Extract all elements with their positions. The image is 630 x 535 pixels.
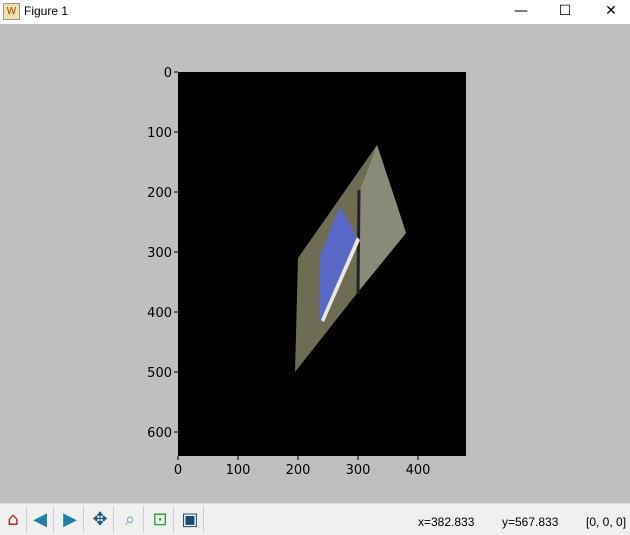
cursor-y: y=567.833 (502, 515, 559, 529)
y-tick-label: 500 (147, 366, 172, 381)
save-icon[interactable]: ▣ (177, 506, 204, 533)
figure-canvas[interactable]: 0 100 200 300 400 0 100 200 300 400 500 600 (0, 24, 630, 503)
y-tick-label: 100 (147, 126, 172, 141)
close-button[interactable]: ✕ (588, 0, 630, 24)
forward-icon[interactable]: ▶ (57, 506, 84, 533)
window-title: Figure 1 (24, 4, 69, 18)
y-tick-label: 300 (147, 246, 172, 261)
x-tick-label: 100 (226, 463, 251, 478)
y-tick-label: 600 (147, 426, 172, 441)
x-tick-label: 400 (406, 463, 431, 478)
subplots-icon[interactable]: ⊡ (147, 506, 174, 533)
y-tick-label: 0 (164, 66, 172, 81)
x-tick-label: 300 (346, 463, 371, 478)
cursor-x: x=382.833 (418, 515, 475, 529)
navigation-toolbar: ⌂ ◀ ▶ ✥ ⌕ ⊡ ▣ x=382.833 y=567.833 [0, 0,… (0, 503, 630, 535)
x-tick-label: 200 (286, 463, 311, 478)
app-icon: W (3, 3, 20, 20)
maximize-button[interactable]: ☐ (542, 0, 588, 24)
y-tick-label: 400 (147, 306, 172, 321)
title-bar: W Figure 1 — ☐ ✕ (0, 0, 630, 24)
pixel-value: [0, 0, 0] (586, 515, 627, 529)
home-icon[interactable]: ⌂ (0, 506, 27, 533)
minimize-button[interactable]: — (498, 0, 544, 24)
x-tick-label: 0 (174, 463, 182, 478)
back-icon[interactable]: ◀ (27, 506, 54, 533)
pan-icon[interactable]: ✥ (87, 506, 114, 533)
y-tick-label: 200 (147, 186, 172, 201)
zoom-icon[interactable]: ⌕ (117, 506, 144, 533)
